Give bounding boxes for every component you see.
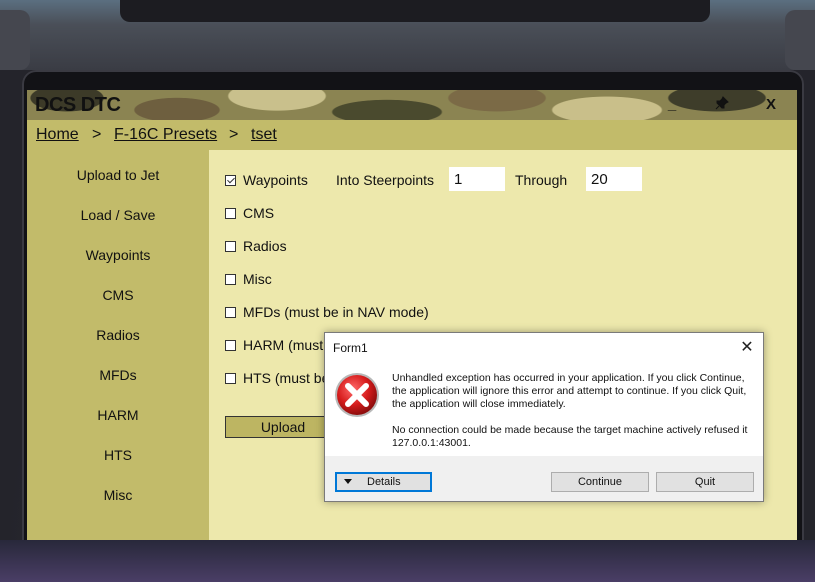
mfds-checkbox[interactable] [225, 306, 236, 318]
breadcrumb-current[interactable]: tset [251, 126, 277, 144]
sidebar-item-hts[interactable]: HTS [27, 443, 209, 467]
quit-button[interactable]: Quit [656, 472, 754, 492]
dialog-title: Form1 [333, 341, 368, 355]
harm-checkbox[interactable] [225, 339, 236, 351]
misc-checkbox[interactable] [225, 273, 236, 285]
continue-button[interactable]: Continue [551, 472, 649, 492]
error-icon [335, 373, 379, 417]
app-title: DCS DTC [35, 94, 121, 116]
cms-option[interactable]: CMS [225, 203, 274, 223]
radios-checkbox[interactable] [225, 240, 236, 252]
through-label: Through [515, 172, 568, 188]
dialog-titlebar: Form1 ✕ [325, 333, 763, 363]
breadcrumb-home[interactable]: Home [36, 126, 79, 144]
breadcrumb-presets[interactable]: F-16C Presets [114, 126, 217, 144]
misc-option[interactable]: Misc [225, 269, 272, 289]
details-button[interactable]: Details [335, 472, 432, 492]
cms-checkbox[interactable] [225, 207, 236, 219]
sidebar-item-harm[interactable]: HARM [27, 403, 209, 427]
sidebar-item-misc[interactable]: Misc [27, 483, 209, 507]
titlebar: DCS DTC _ X [27, 90, 797, 120]
hts-checkbox[interactable] [225, 372, 236, 384]
sidebar-item-waypoints[interactable]: Waypoints [27, 243, 209, 267]
pin-icon[interactable] [713, 96, 731, 114]
radios-label: Radios [243, 238, 287, 254]
bezel-corner-right [785, 10, 815, 70]
dialog-message-main: Unhandled exception has occurred in your… [392, 372, 747, 410]
dialog-message-detail: No connection could be made because the … [392, 424, 748, 449]
sidebar: Upload to Jet Load / Save Waypoints CMS … [27, 150, 209, 540]
cms-label: CMS [243, 205, 275, 221]
waypoints-label: Waypoints [243, 172, 308, 188]
minimize-button[interactable]: _ [663, 96, 681, 114]
sidebar-item-load-save[interactable]: Load / Save [27, 203, 209, 227]
dialog-message: Unhandled exception has occurred in your… [392, 372, 752, 463]
breadcrumb-separator: > [229, 126, 239, 143]
breadcrumb-separator: > [92, 126, 102, 143]
bezel-handle [120, 0, 710, 22]
to-steerpoint-input[interactable] [586, 167, 642, 191]
error-dialog: Form1 ✕ Unhandled exception has occurred… [324, 332, 764, 502]
chevron-down-icon [344, 479, 352, 484]
sidebar-item-mfds[interactable]: MFDs [27, 363, 209, 387]
mfds-option[interactable]: MFDs (must be in NAV mode) [225, 302, 429, 322]
breadcrumb: Home > F-16C Presets > tset [27, 120, 797, 150]
from-steerpoint-input[interactable] [449, 167, 505, 191]
mfds-label: MFDs (must be in NAV mode) [243, 304, 429, 320]
waypoints-checkbox[interactable] [225, 174, 236, 186]
waypoints-option[interactable]: Waypoints [225, 170, 308, 190]
bottom-glow [0, 540, 815, 582]
bezel-corner-left [0, 10, 30, 70]
radios-option[interactable]: Radios [225, 236, 287, 256]
sidebar-item-radios[interactable]: Radios [27, 323, 209, 347]
sidebar-item-cms[interactable]: CMS [27, 283, 209, 307]
dialog-close-button[interactable]: ✕ [737, 338, 757, 358]
sidebar-item-upload[interactable]: Upload to Jet [27, 163, 209, 187]
dialog-body: Unhandled exception has occurred in your… [325, 363, 763, 456]
details-label: Details [367, 476, 401, 488]
into-steerpoints-label: Into Steerpoints [336, 172, 435, 188]
close-button[interactable]: X [762, 96, 780, 114]
misc-label: Misc [243, 271, 272, 287]
